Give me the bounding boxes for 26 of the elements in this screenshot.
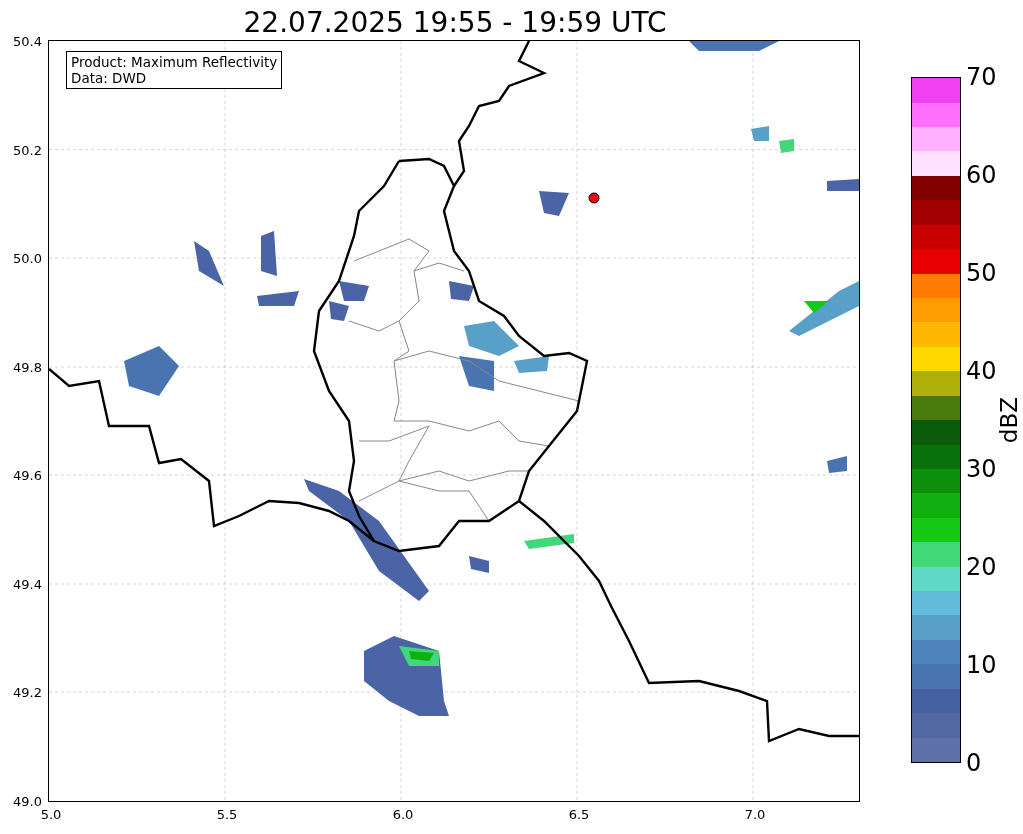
y-tick-label: 49.2 [13, 684, 42, 700]
x-tick-label: 6.5 [568, 807, 590, 822]
colorbar-tick-label: 40 [966, 357, 997, 385]
location-marker [588, 192, 600, 204]
colorbar-tick-label: 0 [966, 749, 982, 777]
y-tick-label: 50.4 [13, 33, 42, 49]
colorbar-tick-label: 50 [966, 259, 997, 287]
colorbar-tick-label: 60 [966, 161, 997, 189]
y-tick-label: 49.6 [13, 467, 42, 483]
x-tick-label: 7.0 [744, 807, 766, 822]
y-tick-label: 49.4 [13, 576, 42, 592]
colorbar-tick-label: 10 [966, 651, 997, 679]
info-text: Product: Maximum Reflectivity [71, 54, 278, 70]
info-text: Data: DWD [71, 70, 148, 86]
x-tick-label: 5.0 [40, 807, 62, 822]
chart-title: 22.07.2025 19:55 - 19:59 UTC [243, 6, 667, 40]
y-tick-label: 50.0 [13, 250, 42, 266]
colorbar-label: dBZ [997, 396, 1021, 444]
y-tick-label: 49.8 [13, 359, 42, 375]
colorbar-tick-label: 30 [966, 455, 997, 483]
y-tick-label: 50.2 [13, 142, 42, 158]
colorbar-tick-label: 20 [966, 553, 997, 581]
y-tick-label: 49.0 [13, 793, 42, 809]
x-tick-label: 6.0 [392, 807, 414, 822]
x-tick-label: 5.5 [216, 807, 238, 822]
colorbar-tick-label: 70 [966, 63, 997, 91]
